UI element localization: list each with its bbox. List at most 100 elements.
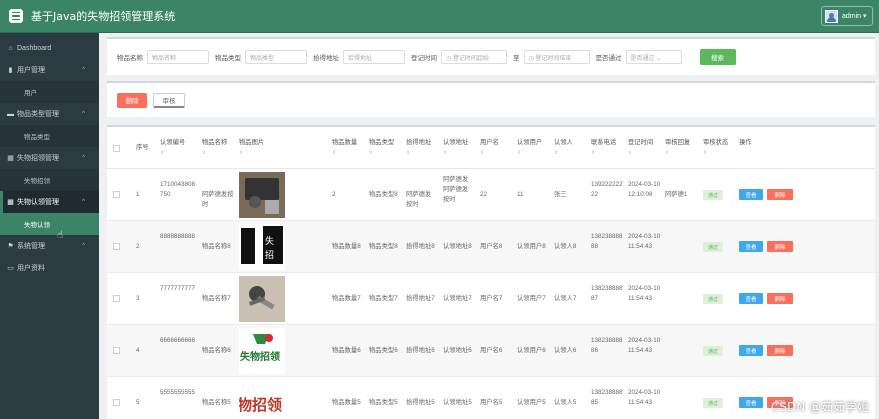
search-input[interactable]: 拾得地址 xyxy=(343,50,405,64)
column-header[interactable]: 认领人 ⇕ xyxy=(554,138,573,158)
column-header-label: 认领人 xyxy=(554,139,573,146)
watermark: CSDN @茹茹学姐 xyxy=(770,400,869,414)
menu-toggle-icon[interactable] xyxy=(9,9,23,23)
row-checkbox[interactable] xyxy=(113,295,120,302)
status-badge: 通过 xyxy=(703,294,723,304)
search-input[interactable]: 物品类型 xyxy=(245,50,307,64)
sidebar-item[interactable]: ▮ 用户管理 ^ xyxy=(0,59,99,81)
column-header-label: 审核回复 xyxy=(665,139,691,146)
search-input[interactable]: ◷ 登记时间起始 xyxy=(441,50,507,64)
sidebar-subitem[interactable]: 失物招领 xyxy=(0,169,99,191)
delete-button[interactable]: 删除 xyxy=(767,241,793,252)
table-header: 序号 认领编号 ⇕ 物品名称 ⇕ 物品图片 ⇕ 物品数量 ⇕ 物品类型 ⇕ 拾得地址 ⇕ 认领地址 ⇕ 用户名… xyxy=(107,127,875,169)
column-header[interactable]: 登记时间 ⇕ xyxy=(628,138,653,158)
column-header[interactable]: 物品图片 ⇕ xyxy=(239,138,264,158)
row-checkbox[interactable] xyxy=(113,347,120,354)
cell-person: 认领人8 xyxy=(554,243,577,250)
column-header[interactable]: 物品名称 ⇕ xyxy=(202,138,227,158)
search-panel: 物品名称 物品名称 物品类型 物品类型 拾得地址 拾得地址 登记时间 ◷ 登记时间起始至 ◷ 登… xyxy=(107,37,875,75)
delete-button[interactable]: 删除 xyxy=(767,189,793,200)
sidebar-subitem-label: 失物招领 xyxy=(24,178,50,185)
sort-icon: ⇕ xyxy=(369,150,374,156)
view-button[interactable]: 查看 xyxy=(739,293,763,304)
cell-code: 6666666666 xyxy=(160,337,196,344)
cell-claim-addr: 认领地址7 xyxy=(443,295,472,302)
sort-icon: ⇕ xyxy=(517,150,522,156)
view-button[interactable]: 查看 xyxy=(739,345,763,356)
row-checkbox[interactable] xyxy=(113,399,120,406)
row-checkbox[interactable] xyxy=(113,243,120,250)
action-panel: 删除 审核 xyxy=(107,81,875,117)
avatar xyxy=(825,9,838,23)
sidebar-item[interactable]: ▭ 用户资料 xyxy=(0,257,99,279)
sort-icon: ⇕ xyxy=(239,150,244,156)
column-header[interactable]: 拾得地址 ⇕ xyxy=(406,138,431,158)
column-header[interactable]: 联系电话 ⇕ xyxy=(591,138,616,158)
search-input[interactable]: ◷ 登记时间结束 xyxy=(523,50,590,64)
column-header[interactable]: 序号 xyxy=(136,143,149,153)
cell-name: 物品名称8 xyxy=(202,243,231,250)
cell-username: 用户名7 xyxy=(480,295,503,302)
audit-button[interactable]: 审核 xyxy=(153,92,185,108)
view-button[interactable]: 查看 xyxy=(739,397,763,408)
mouse-cursor-icon: ☝ xyxy=(57,230,64,241)
cell-qty: 物品数量6 xyxy=(332,347,361,354)
sidebar-item[interactable]: ⌂ Dashboard xyxy=(0,37,99,59)
svg-text:失物招领: 失物招领 xyxy=(240,350,280,363)
column-header[interactable]: 物品类型 ⇕ xyxy=(369,138,394,158)
user-menu[interactable]: admin ▾ xyxy=(821,6,873,26)
batch-delete-button[interactable]: 删除 xyxy=(117,92,147,108)
cell-person: 认领人7 xyxy=(554,295,577,302)
sidebar-subitem[interactable]: 用户 xyxy=(0,81,99,103)
cell-time: 2024-03-10 11:54:43 xyxy=(628,233,661,250)
column-header[interactable]: 认领地址 ⇕ xyxy=(443,138,468,158)
view-button[interactable]: 查看 xyxy=(739,241,763,252)
sort-icon: ⇕ xyxy=(332,150,337,156)
column-header-label: 物品图片 xyxy=(239,139,265,146)
sidebar-item-label: 失物招领管理 xyxy=(17,155,59,162)
cell-type: 物品类型6 xyxy=(369,347,398,354)
sidebar-item[interactable]: ⚑ 系统管理 ^ xyxy=(0,235,99,257)
column-header[interactable]: 认领编号 ⇕ xyxy=(160,138,185,158)
sidebar-item[interactable]: ▦ 失物认领管理 ^ xyxy=(0,191,99,213)
sidebar-subitem-label: 物品类型 xyxy=(24,134,50,141)
column-header[interactable]: 物品数量 ⇕ xyxy=(332,138,357,158)
sidebar-subitem-label: 用户 xyxy=(24,90,37,97)
sidebar-subitem[interactable]: 失物认领 xyxy=(0,213,99,235)
search-input[interactable]: 物品名称 xyxy=(147,50,209,64)
view-button[interactable]: 查看 xyxy=(739,189,763,200)
sidebar-subitem[interactable]: 物品类型 xyxy=(0,125,99,147)
cell-phone: 13823888885 xyxy=(591,389,623,406)
cell-type: 物品类型7 xyxy=(369,295,398,302)
cell-name: 物品名称6 xyxy=(202,347,231,354)
sidebar-item[interactable]: ▬ 物品类型管理 ^ xyxy=(0,103,99,125)
column-header[interactable]: 认领用户 ⇕ xyxy=(517,138,542,158)
search-button[interactable]: 搜索 xyxy=(699,49,736,65)
search-input[interactable]: 是否通过 ⌄ xyxy=(625,50,682,64)
delete-button[interactable]: 删除 xyxy=(767,345,793,356)
cell-time: 2024-03-10 11:54:43 xyxy=(628,285,661,302)
sort-icon: ⇕ xyxy=(202,150,207,156)
trash-icon: ▬ xyxy=(7,110,14,118)
sort-icon: ⇕ xyxy=(443,150,448,156)
column-header[interactable]: 审核回复 ⇕ xyxy=(665,138,690,158)
sort-icon: ⇕ xyxy=(554,150,559,156)
cell-claim-addr: 认领地址8 xyxy=(443,243,472,250)
sort-icon: ⇕ xyxy=(665,150,670,156)
row-checkbox[interactable] xyxy=(113,191,120,198)
column-header-label: 物品数量 xyxy=(332,139,358,146)
select-all-checkbox[interactable] xyxy=(113,145,120,152)
cell-code: 1710043808750 xyxy=(160,181,196,198)
table-row: 3 7777777777 物品名称7 物品数量7 物品类型7 拾得地址7 认领地址7 用户名7… xyxy=(107,273,875,325)
cell-person: 认领人6 xyxy=(554,347,577,354)
column-header[interactable]: 用户名 ⇕ xyxy=(480,138,499,158)
column-header[interactable]: 审核状态 ⇕ xyxy=(703,138,728,158)
cell-username: 用户名5 xyxy=(480,399,503,406)
table-row: 1 1710043808750 阿萨德发按时 2 物品类型8 阿萨德发按时 阿萨德发阿萨德发… xyxy=(107,169,875,221)
sidebar-item-label: 用户资料 xyxy=(17,265,45,272)
sidebar-item-label: Dashboard xyxy=(17,44,52,52)
cell-type: 物品类型5 xyxy=(369,399,398,406)
sidebar-item[interactable]: ▦ 失物招领管理 ^ xyxy=(0,147,99,169)
delete-button[interactable]: 删除 xyxy=(767,293,793,304)
column-header[interactable]: 操作 xyxy=(739,138,752,148)
